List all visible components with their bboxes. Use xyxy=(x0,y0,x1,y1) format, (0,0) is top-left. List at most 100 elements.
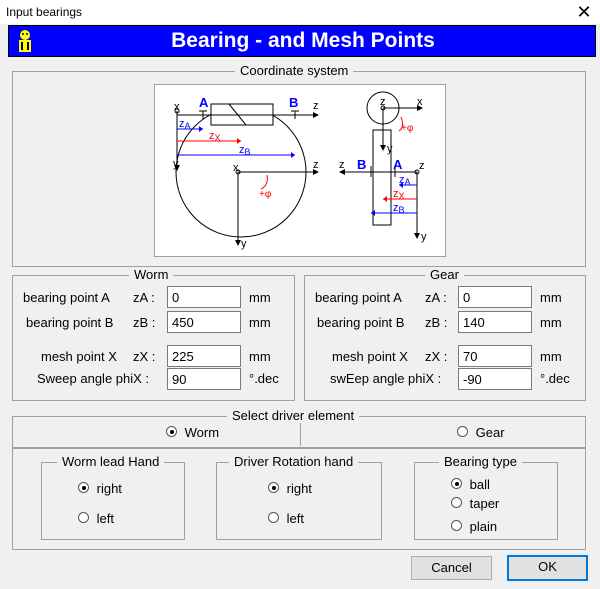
worm-lead-left-radio[interactable] xyxy=(78,512,89,523)
rotation-right-radio[interactable] xyxy=(268,482,279,493)
rotation-right-label: right xyxy=(286,481,312,496)
svg-text:zX: zX xyxy=(209,130,221,143)
close-button[interactable]: ✕ xyxy=(572,1,596,23)
gear-zb-symbol: zB : xyxy=(425,315,448,330)
worm-radio-label: Worm xyxy=(184,425,220,440)
svg-text:z: z xyxy=(313,159,319,171)
gear-zx-input[interactable] xyxy=(458,345,532,367)
gear-bearing-b-label: bearing point B xyxy=(317,315,405,330)
worm-lead-right-label: right xyxy=(96,481,122,496)
title-bar: Input bearings ✕ xyxy=(0,0,600,24)
header-banner: Bearing - and Mesh Points xyxy=(8,25,596,57)
coordinate-system-legend: Coordinate system xyxy=(235,63,354,78)
svg-text:x: x xyxy=(233,162,239,174)
rotation-left-label: left xyxy=(286,511,304,526)
gear-za-unit: mm xyxy=(540,290,562,305)
gear-legend: Gear xyxy=(425,267,464,282)
driver-option-gear[interactable]: Gear xyxy=(457,425,505,440)
worm-za-input[interactable] xyxy=(167,286,241,308)
coordinate-diagram: x A B z zA zX zB y z x y +φ z x y B A z … xyxy=(154,84,446,257)
worm-A-label: A xyxy=(199,95,209,110)
worm-lead-left-label: left xyxy=(96,511,114,526)
svg-text:zB: zB xyxy=(393,202,405,215)
svg-text:y: y xyxy=(387,143,393,155)
worm-radio[interactable] xyxy=(166,426,177,437)
rotation-left-radio[interactable] xyxy=(268,512,279,523)
driver-select-legend: Select driver element xyxy=(227,408,360,423)
gear-zx-symbol: zX : xyxy=(425,349,448,364)
worm-za-symbol: zA : xyxy=(133,290,155,305)
driver-rotation-hand-legend: Driver Rotation hand xyxy=(229,454,359,469)
bearing-type-legend: Bearing type xyxy=(439,454,522,469)
worm-zb-symbol: zB : xyxy=(133,315,156,330)
gear-sweep-angle-unit: °.dec xyxy=(540,371,570,386)
bearing-taper-label: taper xyxy=(469,496,500,511)
gear-zx-unit: mm xyxy=(540,349,562,364)
svg-text:A: A xyxy=(393,157,403,172)
svg-text:zA: zA xyxy=(399,174,411,187)
worm-mesh-x-label: mesh point X xyxy=(41,349,117,364)
worm-zx-input[interactable] xyxy=(167,345,241,367)
worm-sweep-angle-input[interactable] xyxy=(167,368,241,390)
svg-text:+φ: +φ xyxy=(259,189,272,200)
rotation-right-option[interactable]: right xyxy=(268,481,312,496)
banner-title: Bearing - and Mesh Points xyxy=(171,29,435,52)
driver-divider xyxy=(300,420,301,446)
svg-text:B: B xyxy=(357,157,366,172)
worm-sweep-angle-unit: °.dec xyxy=(249,371,279,386)
svg-text:x: x xyxy=(417,96,423,108)
worm-zb-input[interactable] xyxy=(167,311,241,333)
worm-x-label: x xyxy=(174,101,180,113)
gear-sweep-angle-label: swEep angle phiX : xyxy=(330,371,442,386)
svg-text:y: y xyxy=(241,238,247,250)
gear-bearing-a-label: bearing point A xyxy=(315,290,402,305)
worm-lead-left-option[interactable]: left xyxy=(78,511,114,526)
worm-lead-hand-legend: Worm lead Hand xyxy=(57,454,165,469)
gear-radio-label: Gear xyxy=(475,425,505,440)
svg-text:z: z xyxy=(380,96,386,108)
app-logo-icon xyxy=(10,27,40,55)
bearing-plain-label: plain xyxy=(469,519,498,534)
bearing-plain-radio[interactable] xyxy=(451,520,462,531)
driver-rotation-hand-group xyxy=(216,462,382,540)
bearing-taper-option[interactable]: taper xyxy=(451,496,499,511)
worm-za-unit: mm xyxy=(249,290,271,305)
driver-option-worm[interactable]: Worm xyxy=(166,425,219,440)
svg-text:z: z xyxy=(419,160,425,172)
worm-zx-symbol: zX : xyxy=(133,349,156,364)
worm-zx-unit: mm xyxy=(249,349,271,364)
bearing-taper-radio[interactable] xyxy=(451,497,462,508)
svg-text:y: y xyxy=(173,158,179,170)
cancel-button[interactable]: Cancel xyxy=(411,556,492,580)
bearing-ball-radio[interactable] xyxy=(451,478,462,489)
gear-zb-input[interactable] xyxy=(458,311,532,333)
worm-bearing-a-label: bearing point A xyxy=(23,290,110,305)
svg-text:+φ: +φ xyxy=(401,123,414,134)
gear-mesh-x-label: mesh point X xyxy=(332,349,408,364)
svg-text:zX: zX xyxy=(393,188,405,201)
rotation-left-option[interactable]: left xyxy=(268,511,304,526)
gear-radio[interactable] xyxy=(457,426,468,437)
worm-B-label: B xyxy=(289,95,298,110)
bearing-plain-option[interactable]: plain xyxy=(451,519,497,534)
window-title: Input bearings xyxy=(6,5,83,19)
gear-sweep-angle-input[interactable] xyxy=(458,368,532,390)
worm-z-label: z xyxy=(313,100,319,112)
gear-diagram: z x y B A z z zA zX zB y +φ xyxy=(339,91,427,243)
gear-za-symbol: zA : xyxy=(425,290,447,305)
svg-text:y: y xyxy=(421,231,427,243)
worm-lead-right-option[interactable]: right xyxy=(78,481,122,496)
gear-za-input[interactable] xyxy=(458,286,532,308)
svg-text:z: z xyxy=(339,159,345,171)
bearing-ball-option[interactable]: ball xyxy=(451,477,490,492)
worm-zb-unit: mm xyxy=(249,315,271,330)
coordinate-diagram-svg: x A B z zA zX zB y z x y +φ z x y B A z … xyxy=(173,91,427,250)
worm-lead-right-radio[interactable] xyxy=(78,482,89,493)
gear-zb-unit: mm xyxy=(540,315,562,330)
ok-button[interactable]: OK xyxy=(507,555,588,581)
worm-bearing-b-label: bearing point B xyxy=(26,315,114,330)
svg-text:zA: zA xyxy=(179,118,191,131)
svg-text:zB: zB xyxy=(239,144,251,157)
worm-diagram: x A B z zA zX zB y z x y +φ xyxy=(173,95,319,250)
worm-lead-hand-group xyxy=(41,462,185,540)
